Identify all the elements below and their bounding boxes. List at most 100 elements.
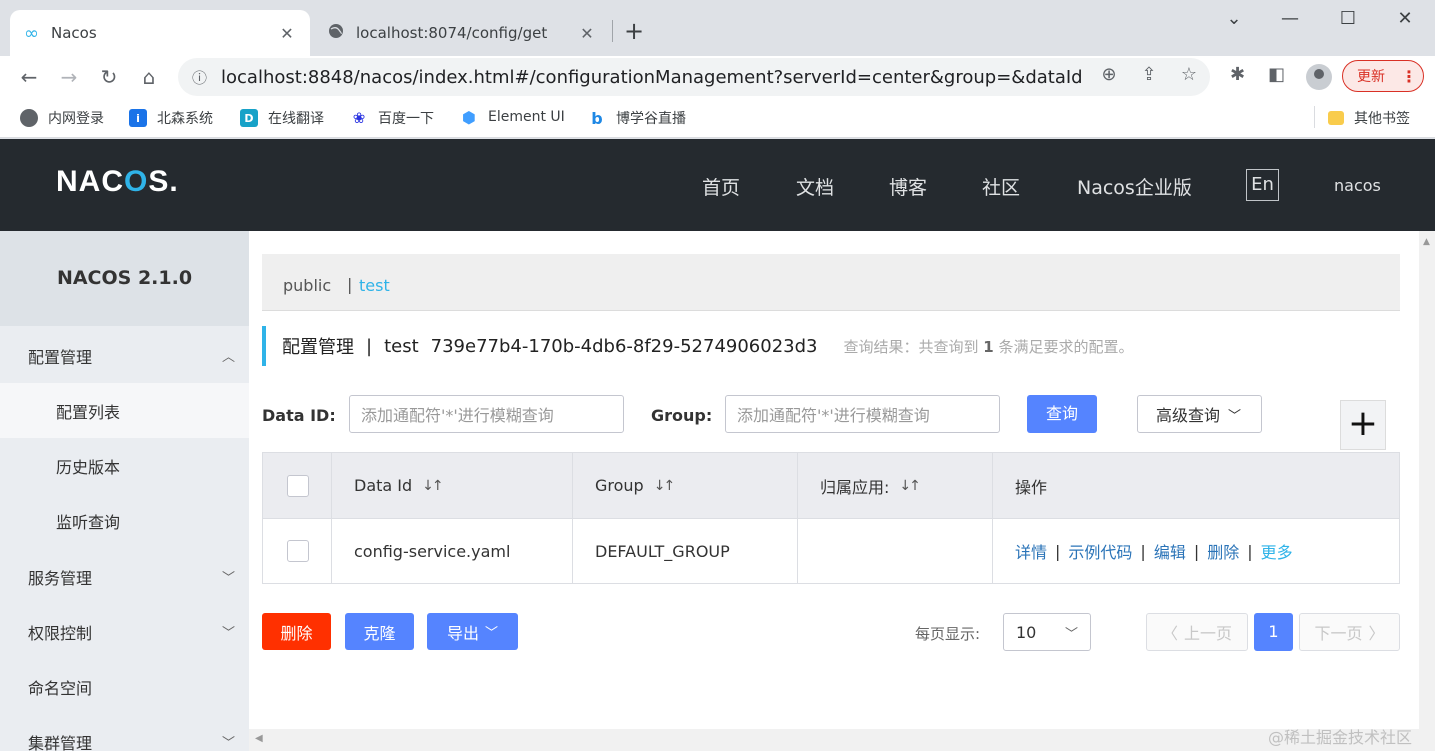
extensions-icon[interactable]: ✱ bbox=[1230, 64, 1245, 85]
scroll-left-icon[interactable]: ◀ bbox=[255, 733, 263, 744]
close-icon[interactable]: ✕ bbox=[278, 24, 296, 43]
sort-icon[interactable]: ↓↑ bbox=[422, 478, 444, 494]
prev-page-button[interactable]: 〈 上一页 bbox=[1146, 613, 1248, 651]
horizontal-scrollbar[interactable]: ◀ bbox=[249, 729, 1419, 751]
dataid-search-input[interactable]: 添加通配符'*'进行模糊查询 bbox=[349, 395, 624, 433]
group-label: Group: bbox=[651, 406, 713, 425]
bookmark-label: 内网登录 bbox=[48, 111, 104, 127]
nav-docs[interactable]: 文档 bbox=[796, 173, 834, 200]
prev-page-label: 上一页 bbox=[1184, 624, 1233, 643]
nav-blog[interactable]: 博客 bbox=[889, 173, 927, 200]
vertical-scrollbar[interactable]: ▲ bbox=[1419, 231, 1435, 751]
main-content: public | test 配置管理 | test 739e77b4-170b-… bbox=[249, 231, 1419, 751]
tab-nacos[interactable]: ∞ Nacos ✕ bbox=[10, 10, 310, 56]
update-button[interactable]: 更新 ⋮ bbox=[1342, 60, 1424, 92]
sample-code-link[interactable]: 示例代码 bbox=[1068, 539, 1132, 563]
sidebar-item-namespace[interactable]: 命名空间 bbox=[0, 659, 249, 714]
detail-link[interactable]: 详情 bbox=[1015, 539, 1047, 563]
page-size-value: 10 bbox=[1016, 622, 1037, 642]
select-all-checkbox[interactable] bbox=[287, 474, 309, 497]
chevron-down-icon[interactable]: ⌄ bbox=[1214, 8, 1254, 29]
bookmark-item[interactable]: D 在线翻译 bbox=[240, 108, 324, 128]
bookmarks-bar: 内网登录 i 北森系统 D 在线翻译 ❀ 百度一下 ⬢ Element UI b… bbox=[0, 98, 1435, 138]
bookmark-label: Element UI bbox=[488, 109, 565, 125]
page-size-select[interactable]: 10 ﹀ bbox=[1003, 613, 1091, 651]
chevron-down-icon: ﹀ bbox=[221, 571, 235, 586]
sort-icon[interactable]: ↓↑ bbox=[654, 478, 676, 494]
new-tab-button[interactable]: + bbox=[624, 18, 644, 44]
sidebar-item-config-list[interactable]: 配置列表 bbox=[0, 383, 249, 438]
sort-icon[interactable]: ↓↑ bbox=[899, 478, 921, 494]
sidebar-item-listener-query[interactable]: 监听查询 bbox=[0, 493, 249, 548]
export-button[interactable]: 导出 ﹀ bbox=[427, 613, 518, 650]
share-icon[interactable]: ⇪ bbox=[1138, 64, 1160, 85]
sidebar-item-label: 权限控制 bbox=[28, 623, 93, 643]
window-close-button[interactable]: ✕ bbox=[1385, 8, 1425, 29]
folder-icon bbox=[1328, 111, 1344, 125]
bookmark-label: 百度一下 bbox=[378, 111, 434, 127]
star-icon[interactable]: ☆ bbox=[1178, 64, 1200, 85]
column-header-dataid[interactable]: Data Id ↓↑ bbox=[332, 453, 573, 518]
other-bookmarks[interactable]: 其他书签 bbox=[1328, 108, 1410, 128]
beisen-icon: i bbox=[129, 109, 147, 127]
home-icon[interactable]: ⌂ bbox=[136, 64, 162, 90]
page-1-button[interactable]: 1 bbox=[1254, 613, 1293, 651]
bookmark-item[interactable]: 内网登录 bbox=[20, 108, 104, 128]
user-menu[interactable]: nacos bbox=[1334, 176, 1381, 195]
namespace-public[interactable]: public bbox=[283, 276, 331, 295]
query-button[interactable]: 查询 bbox=[1027, 395, 1097, 433]
forward-arrow-icon[interactable]: → bbox=[56, 64, 82, 90]
advanced-query-button[interactable]: 高级查询 ﹀ bbox=[1137, 395, 1262, 433]
b-icon: b bbox=[591, 108, 603, 128]
sidebar-item-history[interactable]: 历史版本 bbox=[0, 438, 249, 493]
tab-config-get[interactable]: localhost:8074/config/get ✕ bbox=[314, 10, 610, 56]
sidebar-item-label: 命名空间 bbox=[28, 678, 93, 698]
bookmark-item[interactable]: i 北森系统 bbox=[129, 108, 213, 128]
reload-icon[interactable]: ↻ bbox=[96, 64, 122, 90]
next-page-button[interactable]: 下一页 〉 bbox=[1299, 613, 1400, 651]
more-link[interactable]: 更多 bbox=[1261, 539, 1293, 563]
address-bar[interactable]: ⓘ localhost:8848/nacos/index.html#/confi… bbox=[178, 58, 1210, 96]
tab-title: localhost:8074/config/get bbox=[356, 24, 548, 42]
infinity-icon: ∞ bbox=[24, 22, 39, 44]
sidebar-item-access-control[interactable]: 权限控制 ﹀ bbox=[0, 604, 249, 659]
bookmark-label: 北森系统 bbox=[157, 111, 213, 127]
avatar[interactable] bbox=[1306, 64, 1332, 90]
column-header-app[interactable]: 归属应用: ↓↑ bbox=[798, 453, 993, 518]
chevron-down-icon: ﹀ bbox=[485, 626, 499, 641]
batch-delete-button[interactable]: 删除 bbox=[262, 613, 331, 650]
sidebar-item-cluster-management[interactable]: 集群管理 ﹀ bbox=[0, 714, 249, 751]
back-arrow-icon[interactable]: ← bbox=[16, 64, 42, 90]
menu-dots-icon[interactable]: ⋮ bbox=[1401, 67, 1417, 86]
side-panel-icon[interactable]: ◧ bbox=[1268, 64, 1285, 85]
sidebar-item-service-management[interactable]: 服务管理 ﹀ bbox=[0, 549, 249, 604]
info-icon[interactable]: ⓘ bbox=[192, 67, 207, 88]
group-search-input[interactable]: 添加通配符'*'进行模糊查询 bbox=[725, 395, 1000, 433]
nav-enterprise[interactable]: Nacos企业版 bbox=[1077, 173, 1192, 200]
maximize-button[interactable]: ☐ bbox=[1328, 8, 1368, 29]
close-icon[interactable]: ✕ bbox=[578, 24, 596, 43]
nacos-logo[interactable]: NACOS. bbox=[56, 165, 179, 199]
edit-link[interactable]: 编辑 bbox=[1154, 539, 1186, 563]
bookmark-item[interactable]: ❀ 百度一下 bbox=[350, 108, 434, 128]
namespace-test[interactable]: test bbox=[359, 276, 390, 295]
add-config-button[interactable]: + bbox=[1340, 400, 1386, 450]
scroll-up-icon[interactable]: ▲ bbox=[1423, 237, 1430, 247]
element-icon: ⬢ bbox=[462, 107, 476, 127]
version-label: NACOS 2.1.0 bbox=[0, 231, 249, 326]
row-checkbox[interactable] bbox=[287, 540, 309, 562]
column-header-group[interactable]: Group ↓↑ bbox=[573, 453, 798, 518]
delete-link[interactable]: 删除 bbox=[1207, 539, 1239, 563]
minimize-button[interactable]: — bbox=[1270, 8, 1310, 29]
language-switch-button[interactable]: En bbox=[1246, 169, 1279, 201]
bookmark-item[interactable]: ⬢ Element UI bbox=[460, 107, 565, 127]
clone-button[interactable]: 克隆 bbox=[345, 613, 414, 650]
sidebar-item-config-management[interactable]: 配置管理 ︿ bbox=[0, 328, 249, 383]
bookmark-item[interactable]: b 博学谷直播 bbox=[588, 108, 686, 128]
nav-home[interactable]: 首页 bbox=[702, 173, 740, 200]
nav-community[interactable]: 社区 bbox=[982, 173, 1020, 200]
column-label: Data Id bbox=[354, 476, 413, 495]
url-text[interactable]: localhost:8848/nacos/index.html#/configu… bbox=[221, 67, 1081, 88]
zoom-icon[interactable]: ⊕ bbox=[1098, 64, 1120, 85]
column-label: Group bbox=[595, 476, 644, 495]
